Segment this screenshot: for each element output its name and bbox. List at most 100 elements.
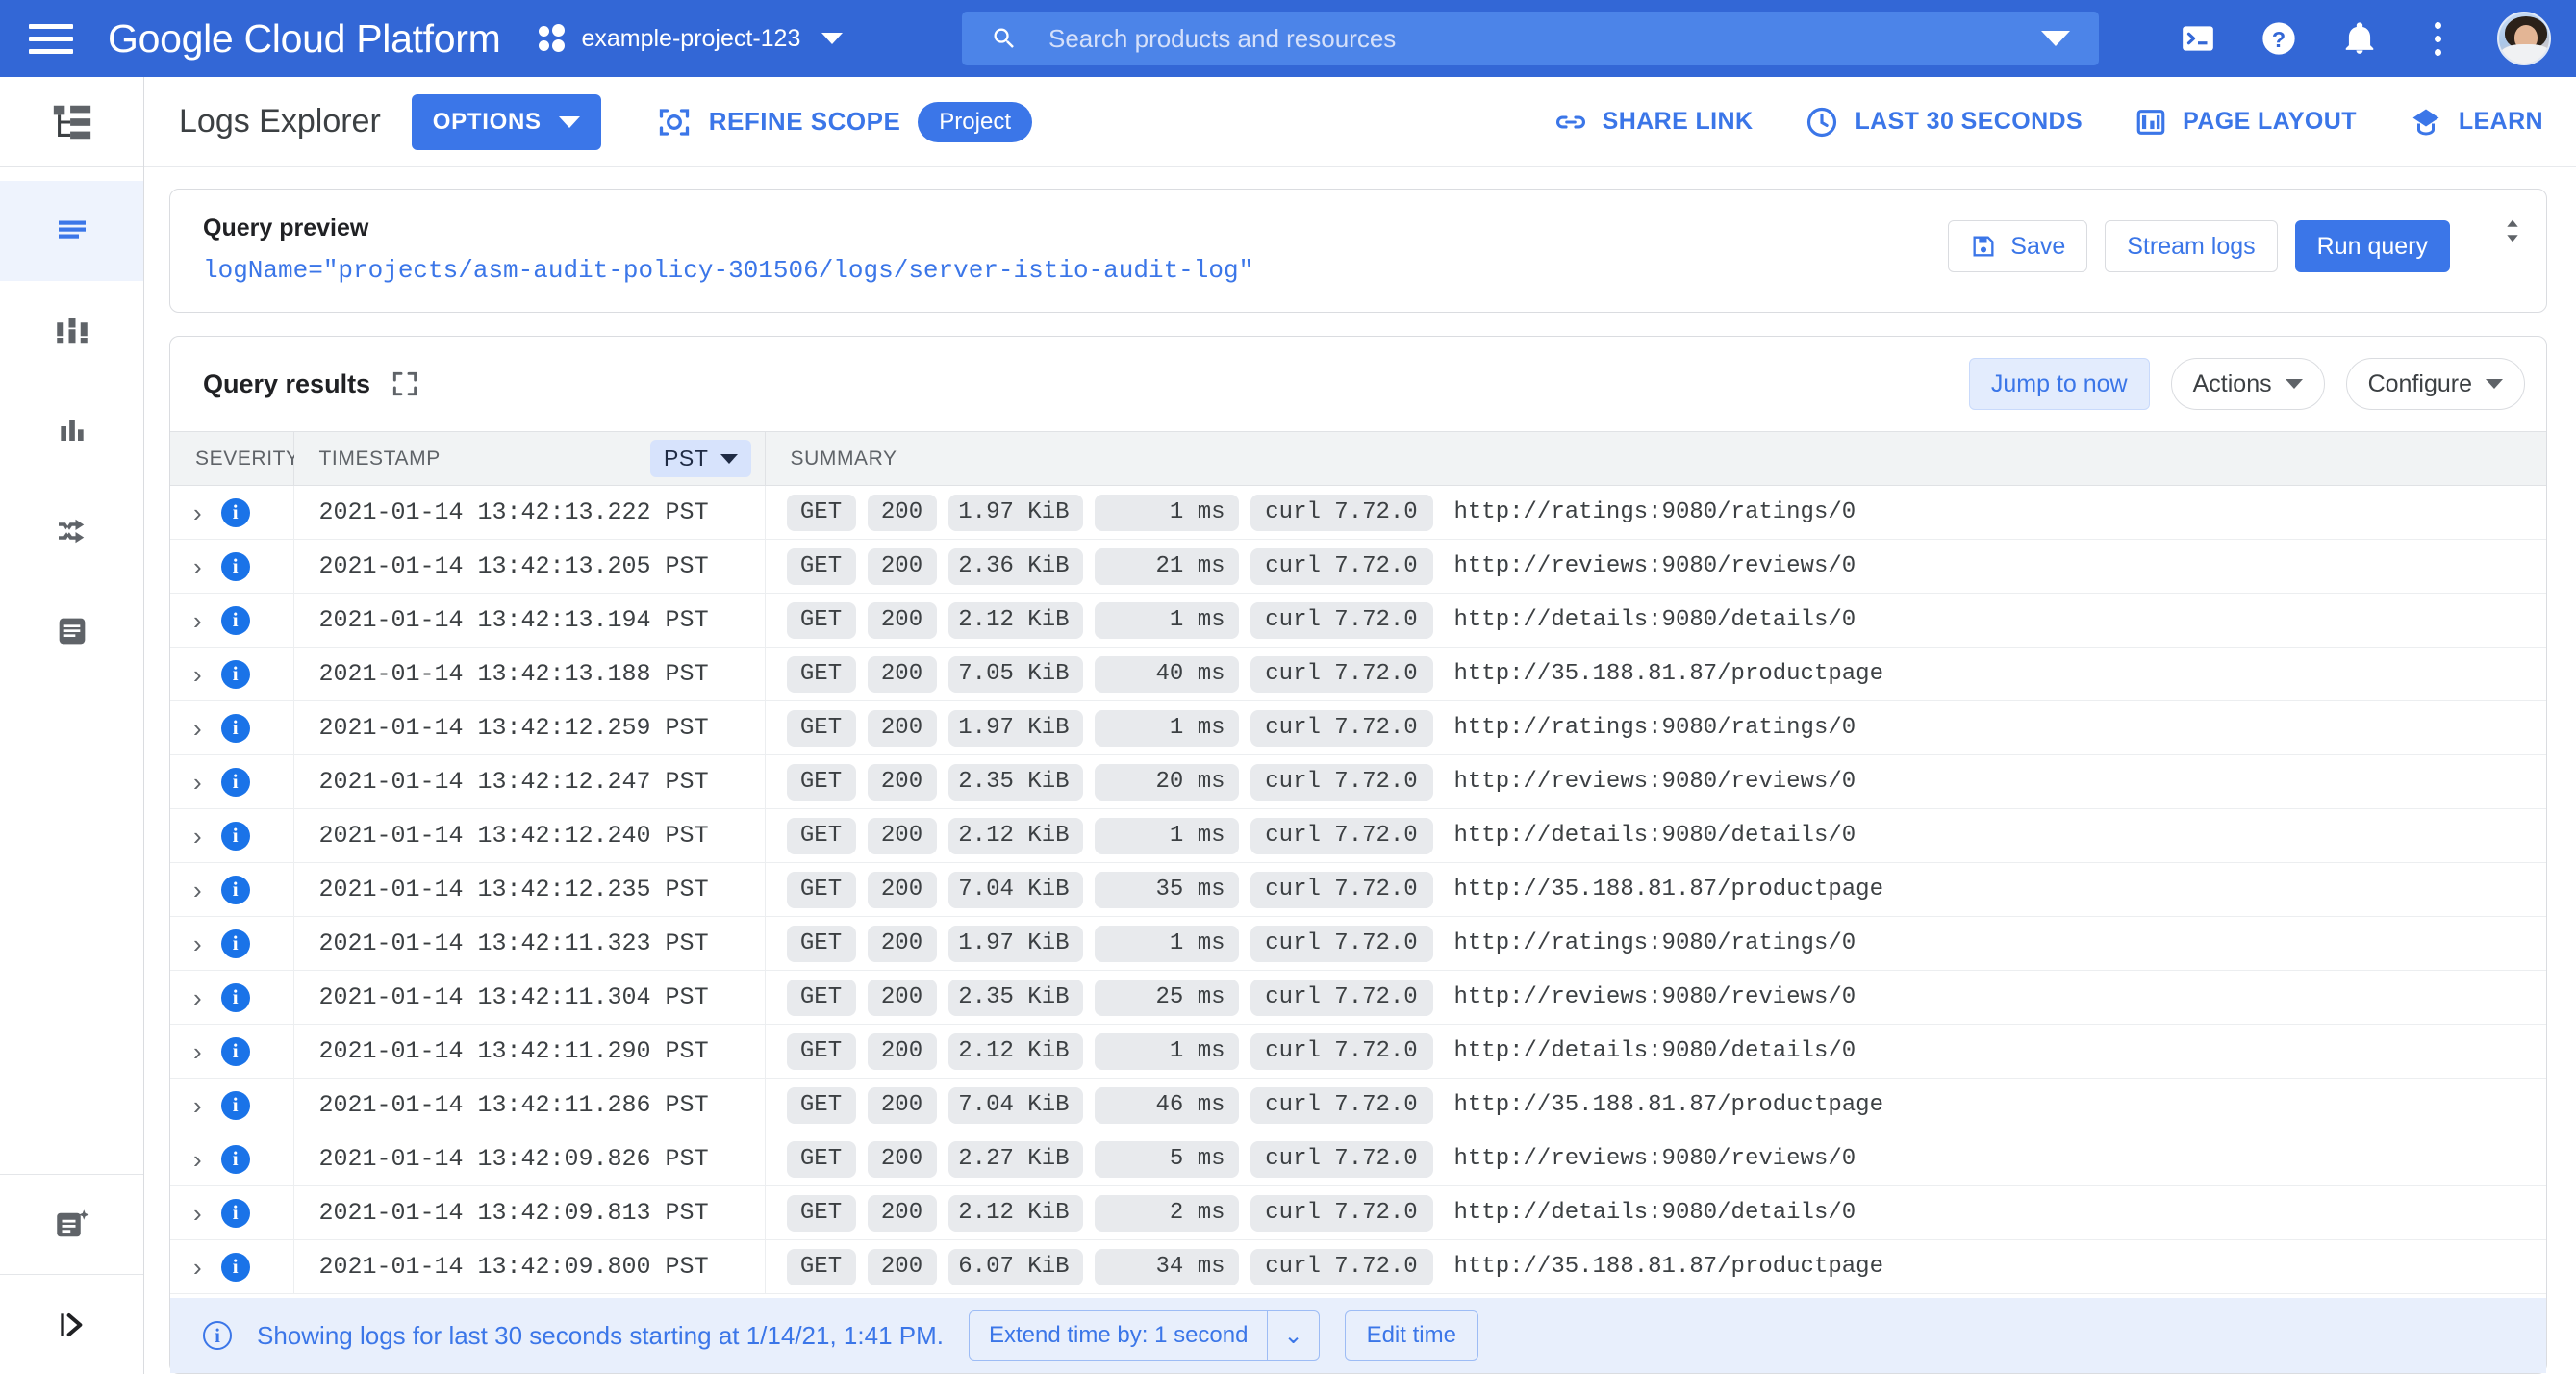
row-expand-chevron-icon[interactable]: › <box>193 662 202 687</box>
table-row[interactable]: › i 2021-01-14 13:42:13.222 PST GET 200 1.97 … <box>170 485 2546 540</box>
http-method-pill: GET <box>786 709 856 747</box>
query-preview-code[interactable]: logName="projects/asm-audit-policy-30150… <box>203 256 1948 285</box>
severity-cell: › i <box>170 862 294 917</box>
resource-hierarchy-icon[interactable] <box>0 77 143 167</box>
page-layout-button[interactable]: PAGE LAYOUT <box>2134 106 2357 139</box>
latency-pill: 1 ms <box>1094 1032 1239 1070</box>
severity-cell: › i <box>170 808 294 863</box>
user-agent-pill: curl 7.72.0 <box>1250 494 1433 531</box>
user-agent-pill: curl 7.72.0 <box>1250 709 1433 747</box>
row-expand-chevron-icon[interactable]: › <box>193 878 202 903</box>
row-expand-chevron-icon[interactable]: › <box>193 1147 202 1172</box>
sidebar-item-error-reporting[interactable] <box>0 1174 143 1274</box>
jump-to-now-button[interactable]: Jump to now <box>1968 358 2150 410</box>
row-expand-chevron-icon[interactable]: › <box>193 500 202 525</box>
user-agent-pill: curl 7.72.0 <box>1250 655 1433 693</box>
row-expand-chevron-icon[interactable]: › <box>193 1201 202 1226</box>
options-button[interactable]: OPTIONS <box>411 93 601 150</box>
http-method-pill: GET <box>786 925 856 962</box>
summary-cell: GET 200 1.97 KiB 1 ms curl 7.72.0 http://rati… <box>765 916 2546 971</box>
table-row[interactable]: › i 2021-01-14 13:42:13.205 PST GET 200 2.36 … <box>170 539 2546 594</box>
learn-button[interactable]: LEARN <box>2409 105 2543 140</box>
time-range-button[interactable]: LAST 30 SECONDS <box>1805 105 2083 140</box>
timestamp-cell: 2021-01-14 13:42:12.247 PST <box>293 754 766 809</box>
scope-chip-project[interactable]: Project <box>918 101 1032 142</box>
extend-time-split-button[interactable]: Extend time by: 1 second ⌄ <box>968 1310 1320 1361</box>
row-expand-chevron-icon[interactable]: › <box>193 770 202 795</box>
page-toolbar-actions: SHARE LINK LAST 30 SECONDS PAGE LAYOUT L… <box>1554 105 2543 140</box>
edit-time-button[interactable]: Edit time <box>1344 1310 1478 1361</box>
table-row[interactable]: › i 2021-01-14 13:42:12.235 PST GET 200 7.04 … <box>170 862 2546 917</box>
http-status-pill: 200 <box>867 979 937 1016</box>
share-link-button[interactable]: SHARE LINK <box>1554 106 1754 139</box>
configure-button[interactable]: Configure <box>2345 358 2525 410</box>
user-avatar[interactable] <box>2497 12 2551 65</box>
row-expand-chevron-icon[interactable]: › <box>193 1093 202 1118</box>
search-chevron-down-icon[interactable] <box>2041 31 2070 46</box>
hamburger-icon[interactable] <box>29 23 73 54</box>
content-area: Query preview logName="projects/asm-audi… <box>144 167 2576 1374</box>
fullscreen-icon[interactable] <box>390 369 420 399</box>
sidebar-item-logs-explorer[interactable] <box>0 181 143 281</box>
chevron-down-icon <box>558 115 580 128</box>
run-query-button[interactable]: Run query <box>2294 220 2450 272</box>
refine-scope-icon <box>659 108 689 136</box>
row-expand-chevron-icon[interactable]: › <box>193 608 202 633</box>
column-header-severity[interactable]: SEVERITY <box>170 431 299 486</box>
search-input[interactable]: Search products and resources <box>962 12 2099 65</box>
row-expand-chevron-icon[interactable]: › <box>193 931 202 956</box>
http-status-pill: 200 <box>867 494 937 531</box>
row-expand-chevron-icon[interactable]: › <box>193 554 202 579</box>
sidebar-item-expand-nav[interactable] <box>0 1274 143 1374</box>
help-icon[interactable]: ? <box>2260 19 2298 58</box>
response-size-pill: 7.04 KiB <box>947 1086 1083 1124</box>
table-row[interactable]: › i 2021-01-14 13:42:09.826 PST GET 200 2.27 … <box>170 1132 2546 1186</box>
sidebar-item-logs-router[interactable] <box>0 481 143 581</box>
summary-cell: GET 200 2.27 KiB 5 ms curl 7.72.0 http://revi… <box>765 1132 2546 1186</box>
query-results-title: Query results <box>203 369 371 398</box>
topbar-actions: ? <box>2179 12 2551 65</box>
stream-logs-button[interactable]: Stream logs <box>2105 220 2278 272</box>
notifications-bell-icon[interactable] <box>2340 19 2379 58</box>
timestamp-cell: 2021-01-14 13:42:12.259 PST <box>293 700 766 755</box>
table-row[interactable]: › i 2021-01-14 13:42:12.247 PST GET 200 2.35 … <box>170 754 2546 809</box>
row-expand-chevron-icon[interactable]: › <box>193 985 202 1010</box>
row-expand-chevron-icon[interactable]: › <box>193 1255 202 1280</box>
refine-scope-button[interactable]: REFINE SCOPE Project <box>657 101 1032 142</box>
table-row[interactable]: › i 2021-01-14 13:42:13.194 PST GET 200 2.12 … <box>170 593 2546 648</box>
column-header-timestamp[interactable]: TIMESTAMP PST <box>293 431 766 486</box>
table-row[interactable]: › i 2021-01-14 13:42:11.304 PST GET 200 2.35 … <box>170 970 2546 1025</box>
table-row[interactable]: › i 2021-01-14 13:42:09.800 PST GET 200 6.07 … <box>170 1239 2546 1294</box>
severity-info-icon: i <box>220 713 250 743</box>
table-row[interactable]: › i 2021-01-14 13:42:11.323 PST GET 200 1.97 … <box>170 916 2546 971</box>
sidebar-item-logs-based-metrics[interactable] <box>0 381 143 481</box>
sidebar-item-logs-storage[interactable] <box>0 581 143 681</box>
project-selector[interactable]: example-project-123 <box>539 24 844 53</box>
timezone-selector[interactable]: PST <box>649 440 751 477</box>
sidebar-item-logs-dashboard[interactable] <box>0 281 143 381</box>
http-method-pill: GET <box>786 1194 856 1232</box>
row-expand-chevron-icon[interactable]: › <box>193 1039 202 1064</box>
table-row[interactable]: › i 2021-01-14 13:42:12.240 PST GET 200 2.12 … <box>170 808 2546 863</box>
latency-pill: 1 ms <box>1094 494 1239 531</box>
table-row[interactable]: › i 2021-01-14 13:42:11.290 PST GET 200 2.12 … <box>170 1024 2546 1079</box>
actions-button[interactable]: Actions <box>2170 358 2325 410</box>
chevron-down-icon[interactable]: ⌄ <box>1268 1322 1318 1350</box>
project-dots-icon <box>539 24 566 53</box>
table-row[interactable]: › i 2021-01-14 13:42:11.286 PST GET 200 7.04 … <box>170 1078 2546 1132</box>
severity-info-icon: i <box>220 497 250 527</box>
table-row[interactable]: › i 2021-01-14 13:42:13.188 PST GET 200 7.05 … <box>170 647 2546 701</box>
column-header-summary[interactable]: SUMMARY <box>765 431 2546 486</box>
severity-cell: › i <box>170 700 294 755</box>
table-header-row: SEVERITY TIMESTAMP PST SUMMARY <box>170 431 2546 486</box>
row-expand-chevron-icon[interactable]: › <box>193 716 202 741</box>
table-row[interactable]: › i 2021-01-14 13:42:12.259 PST GET 200 1.97 … <box>170 700 2546 755</box>
expand-collapse-icon[interactable] <box>2471 215 2546 247</box>
table-row[interactable]: › i 2021-01-14 13:42:09.813 PST GET 200 2.12 … <box>170 1185 2546 1240</box>
user-agent-pill: curl 7.72.0 <box>1250 601 1433 639</box>
cloud-shell-icon[interactable] <box>2179 19 2217 58</box>
row-expand-chevron-icon[interactable]: › <box>193 824 202 849</box>
log-table-scroll[interactable]: SEVERITY TIMESTAMP PST SUMMARY › i 2021-… <box>170 431 2546 1298</box>
more-options-kebab-icon[interactable] <box>2421 18 2455 60</box>
save-button[interactable]: Save <box>1948 220 2088 272</box>
